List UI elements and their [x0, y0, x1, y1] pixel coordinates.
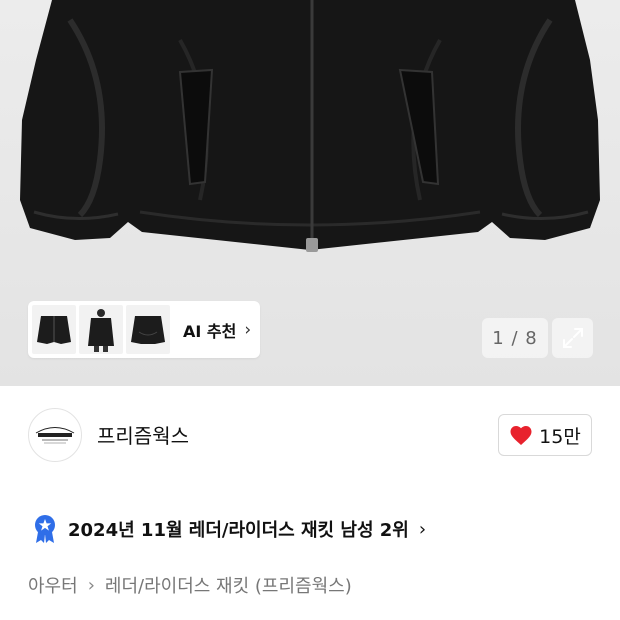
thumbnail-jacket-model[interactable]	[79, 305, 123, 354]
ranking-badge-icon	[35, 515, 55, 543]
like-button[interactable]: 15만	[498, 414, 592, 456]
brand-name[interactable]: 프리즘웍스	[97, 420, 189, 449]
brand-logo[interactable]	[28, 408, 82, 462]
thumbnail-jacket-back[interactable]	[126, 305, 170, 354]
ranking-link[interactable]: 2024년 11월 레더/라이더스 재킷 남성 2위 ›	[32, 514, 426, 544]
chevron-right-icon: ›	[87, 574, 95, 596]
chevron-right-icon: ›	[244, 319, 252, 340]
ai-recommend-link[interactable]: AI 추천 ›	[183, 318, 251, 342]
breadcrumb-category[interactable]: 아우터	[28, 572, 78, 598]
thumbnail-jacket-front[interactable]	[32, 305, 76, 354]
chevron-right-icon: ›	[418, 518, 427, 540]
brand-logo-image	[35, 427, 75, 444]
heart-icon	[510, 426, 532, 445]
expand-icon	[562, 328, 583, 348]
like-count: 15만	[539, 425, 581, 448]
breadcrumb-subcategory[interactable]: 레더/라이더스 재킷 (프리즘웍스)	[105, 572, 352, 598]
breadcrumb: 아우터 › 레더/라이더스 재킷 (프리즘웍스)	[28, 572, 352, 598]
product-image-gallery[interactable]: AI 추천 › 1 / 8	[0, 0, 620, 386]
ranking-text: 2024년 11월 레더/라이더스 재킷 남성 2위	[68, 520, 409, 541]
page-counter: 1 / 8	[482, 318, 548, 358]
expand-image-button[interactable]	[552, 318, 593, 358]
thumbnail-strip: AI 추천 ›	[28, 301, 260, 358]
ai-recommend-label: AI 추천	[183, 321, 237, 341]
